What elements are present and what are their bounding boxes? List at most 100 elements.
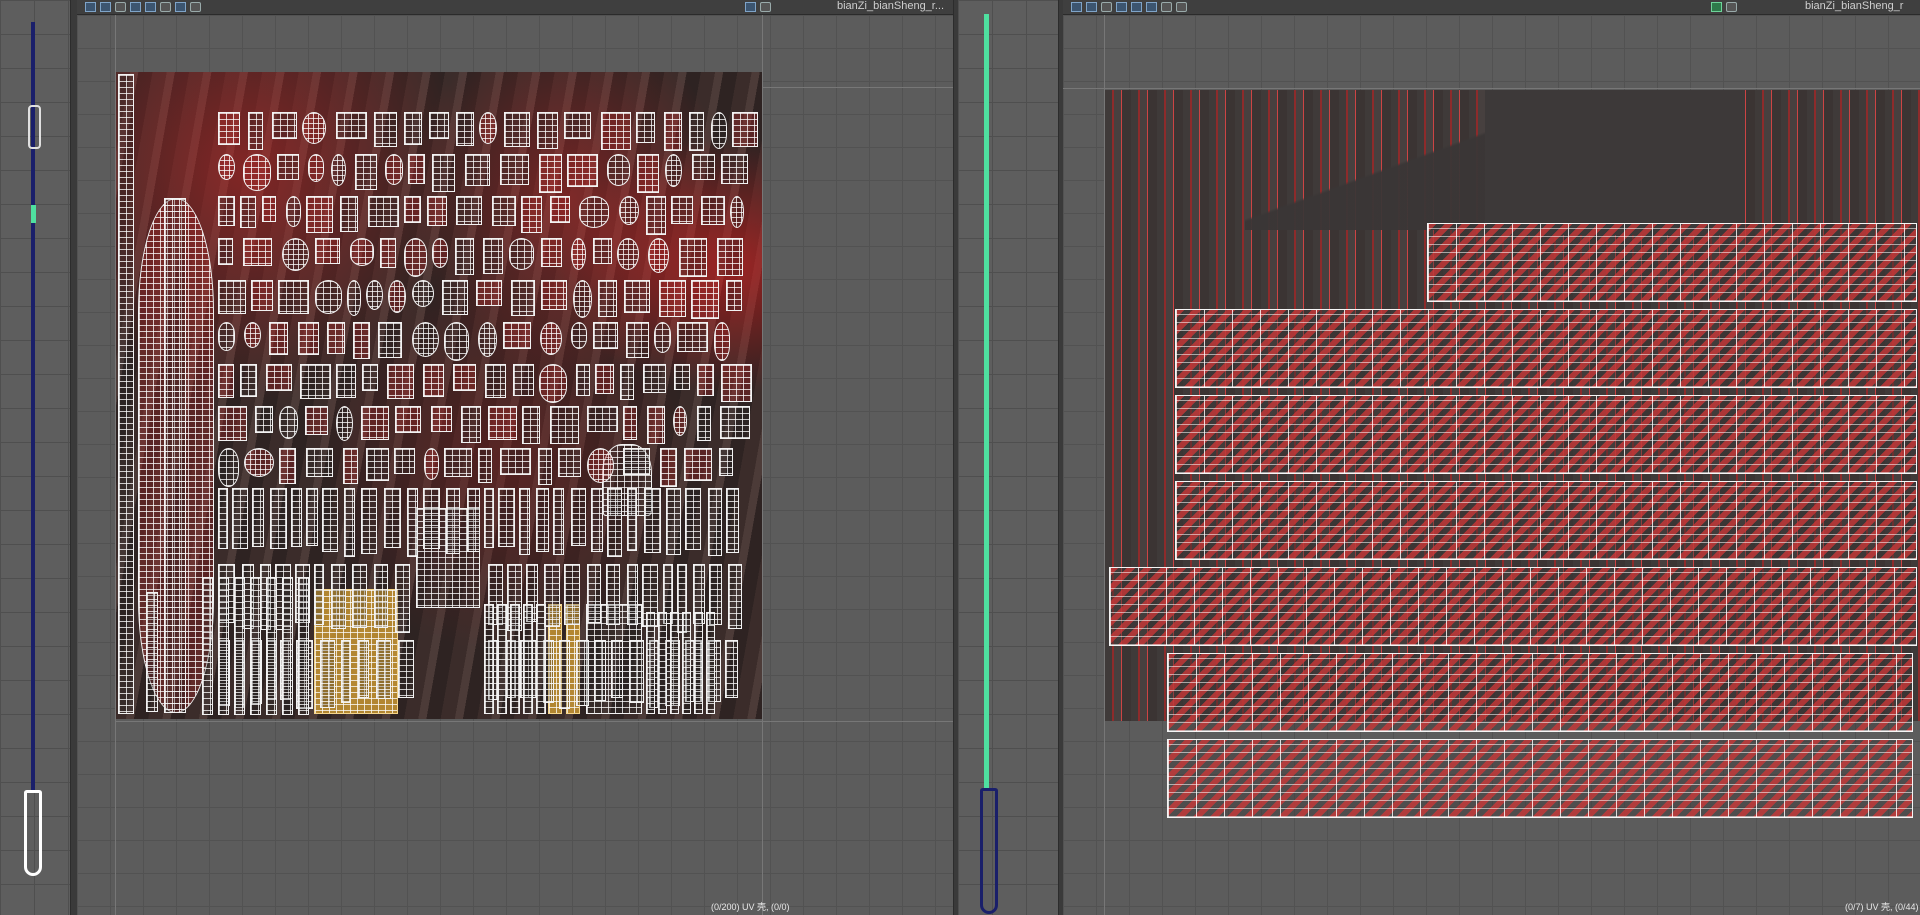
uv-shell[interactable] [623,406,637,440]
uv-toolbar-icon[interactable] [130,2,141,12]
uv-shell-strip[interactable] [708,488,722,556]
uv-shell[interactable] [266,364,292,391]
uv-shell[interactable] [541,280,567,310]
uv-shell-strip[interactable] [322,488,338,552]
uv-shell-strip[interactable] [376,640,391,699]
uv-shell[interactable] [673,406,687,436]
uv-shell[interactable] [593,238,612,264]
uv-shell[interactable] [412,322,439,357]
uv-shell[interactable] [540,322,562,355]
uv-shell-rope-band[interactable] [1175,395,1917,474]
uv-shell[interactable] [719,448,733,476]
uv-shell[interactable] [721,364,752,402]
uv-toolbar-icon[interactable] [1131,2,1142,12]
uv-shell[interactable] [664,112,682,151]
uv-shell[interactable] [571,322,587,349]
uv-shell[interactable] [302,112,326,144]
uv-shell[interactable] [308,154,324,182]
uv-shell[interactable] [444,322,469,361]
uv-shell-strip[interactable] [706,612,715,714]
uv-shell[interactable] [248,112,263,150]
uv-shell-strip[interactable] [682,612,691,714]
uv-shell-strip[interactable] [407,488,418,557]
uv-shell[interactable] [244,448,274,477]
uv-shell[interactable] [478,322,497,357]
uv-shell[interactable] [336,112,367,139]
uv-shell[interactable] [336,364,356,398]
uv-shell-strip[interactable] [384,488,401,548]
uv-shell[interactable] [404,196,421,223]
uv-shell[interactable] [305,406,328,435]
uv-toolbar-icon[interactable] [745,2,756,12]
uv-toolbar-icon[interactable] [100,2,111,12]
uv-shell[interactable] [380,238,396,268]
uv-shell[interactable] [388,280,406,313]
uv-shell[interactable] [701,196,725,225]
uv-shell-strip[interactable] [591,488,603,552]
uv-shell[interactable] [243,238,272,266]
uv-shell[interactable] [243,154,271,191]
uv-shell[interactable] [697,406,711,441]
uv-shell[interactable] [327,322,345,354]
uv-shell[interactable] [607,154,630,186]
uv-shell[interactable] [269,322,288,355]
uv-shell[interactable] [623,448,650,475]
uv-shell-strip[interactable] [685,488,701,550]
uv-shell[interactable] [306,196,333,233]
uv-toolbar-icon[interactable] [1711,2,1722,12]
uv-shell[interactable] [251,280,273,311]
uv-shell-strip[interactable] [218,577,229,715]
uv-viewport-right[interactable]: (0/7) UV 壳, (0/44) [1063,15,1920,915]
uv-shell-icon[interactable] [190,2,201,12]
uv-shell[interactable] [315,238,340,264]
uv-shell[interactable] [282,238,309,271]
uv-shell-strip[interactable] [218,488,228,549]
uv-shell[interactable] [315,280,342,314]
uv-shell[interactable] [539,364,567,403]
uv-shell[interactable] [218,280,246,314]
uv-shell-strip[interactable] [587,564,601,623]
uv-shell[interactable] [395,406,421,433]
uv-shell[interactable] [485,364,506,398]
uv-toolbar-icon[interactable] [85,2,96,12]
uv-shell[interactable] [218,322,235,351]
uv-shell-strip[interactable] [519,488,530,555]
uv-shell-strip[interactable] [627,488,637,551]
uv-shell[interactable] [711,112,727,149]
uv-shell-strip[interactable] [694,612,703,714]
uv-shell[interactable] [350,238,374,266]
uv-shell[interactable] [539,154,562,193]
uv-shell[interactable] [279,406,298,439]
uv-shell-strip[interactable] [576,640,589,706]
uv-shell-strip[interactable] [564,564,580,625]
uv-shell[interactable] [456,196,482,225]
uv-shell-strip[interactable] [361,488,377,554]
uv-shell[interactable] [478,448,492,483]
uv-shell-strip[interactable] [291,488,302,547]
uv-shell-strip[interactable] [536,604,546,714]
uv-shell-strip[interactable] [559,640,570,709]
uv-shell[interactable] [665,154,682,187]
uv-shell[interactable] [587,448,614,483]
uv-shell[interactable] [550,196,570,223]
uv-shell[interactable] [648,238,669,273]
uv-shell[interactable] [255,406,273,433]
uv-shell[interactable] [714,322,730,361]
uv-shell[interactable] [598,280,617,317]
uv-shell-strip[interactable] [544,564,560,627]
uv-shell[interactable] [717,238,743,276]
uv-shell[interactable] [455,238,474,275]
middle-mini-viewport[interactable] [958,0,1058,915]
uv-shell-strip[interactable] [341,640,351,703]
uv-shell[interactable] [660,448,677,487]
uv-shell[interactable] [522,406,540,444]
uv-shell[interactable] [579,196,609,228]
uv-shell[interactable] [340,196,358,232]
uv-shell-strip[interactable] [658,612,667,714]
uv-shell-strip[interactable] [646,612,655,714]
uv-shell[interactable] [587,406,618,432]
uv-shell[interactable] [492,196,516,226]
uv-shell-rope-band[interactable] [1167,653,1913,732]
uv-shell-strip[interactable] [320,640,335,708]
uv-shell[interactable] [684,448,712,481]
